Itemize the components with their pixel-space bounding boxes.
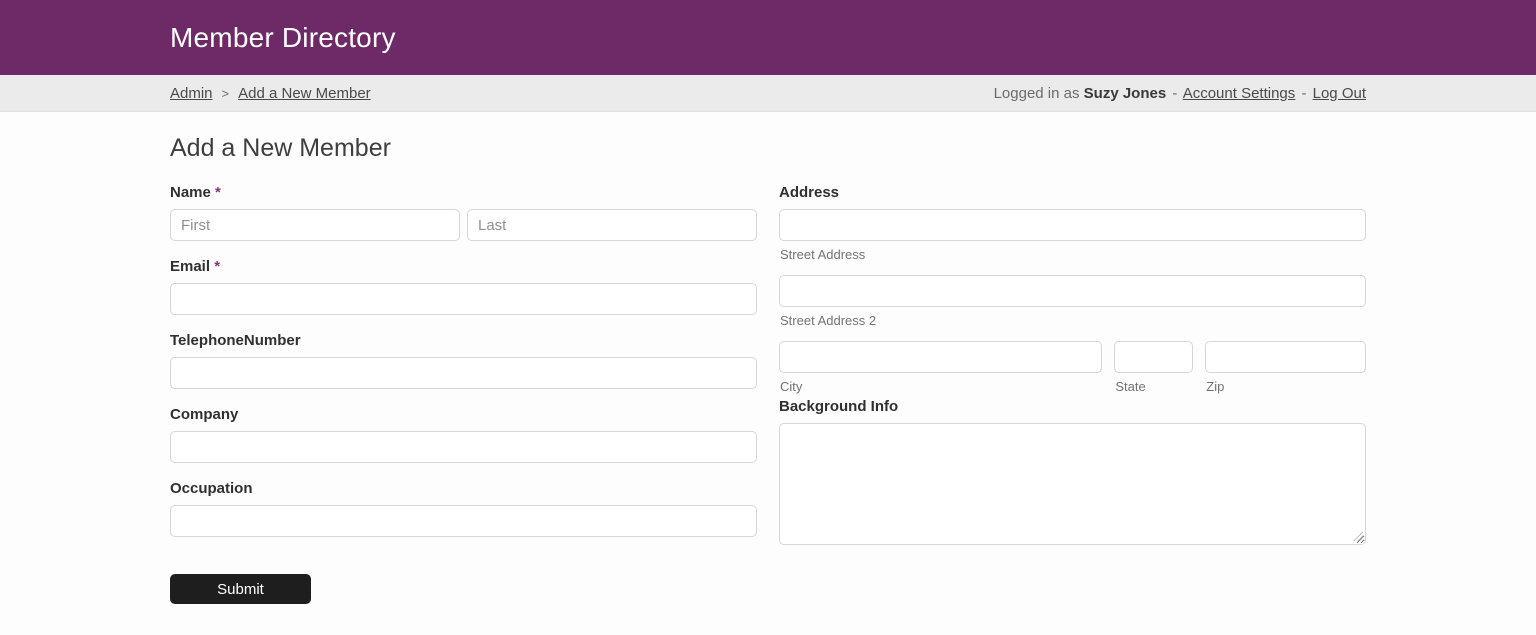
site-header: Member Directory (0, 0, 1536, 75)
breadcrumb-separator-icon: > (221, 85, 230, 101)
log-out-link[interactable]: Log Out (1313, 85, 1366, 102)
company-input[interactable] (170, 431, 757, 463)
name-label: Name * (170, 184, 757, 201)
form-left-column: Name * Email * TelephoneNumber Company (170, 184, 757, 554)
separator-dash: - (1172, 84, 1178, 102)
breadcrumb: Admin > Add a New Member (170, 85, 371, 102)
city-sublabel: City (780, 379, 803, 394)
occupation-label: Occupation (170, 480, 253, 497)
email-label: Email * (170, 258, 757, 275)
background-info-field-group: Background Info (779, 398, 1366, 545)
site-title: Member Directory (170, 21, 396, 53)
separator-dash: - (1301, 84, 1307, 102)
form-right-column: Address Street Address Street Address 2 … (779, 184, 1366, 545)
address-field-group: Address Street Address Street Address 2 … (779, 184, 1366, 394)
zip-input[interactable] (1205, 341, 1366, 373)
city-subfield: City (779, 341, 1103, 394)
breadcrumb-link-add-member[interactable]: Add a New Member (238, 85, 371, 102)
submit-button[interactable]: Submit (170, 574, 311, 604)
state-input[interactable] (1114, 341, 1194, 373)
company-field-group: Company (170, 406, 757, 463)
name-field-group: Name * (170, 184, 757, 241)
street-address2-input[interactable] (779, 275, 1366, 307)
street-address-input[interactable] (779, 209, 1366, 241)
breadcrumb-link-admin[interactable]: Admin (170, 85, 213, 102)
zip-subfield: Zip (1205, 341, 1366, 394)
state-sublabel: State (1115, 379, 1146, 394)
page-title: Add a New Member (170, 134, 391, 162)
email-input[interactable] (170, 283, 757, 315)
occupation-field-group: Occupation (170, 480, 757, 537)
street-address2-subfield: Street Address 2 (779, 275, 1366, 328)
telephone-input[interactable] (170, 357, 757, 389)
required-marker: * (215, 184, 221, 201)
required-marker: * (214, 258, 221, 275)
city-input[interactable] (779, 341, 1103, 373)
page: Member Directory Admin > Add a New Member … (0, 0, 1536, 604)
address-label: Address (779, 184, 840, 201)
background-info-label: Background Info (779, 398, 899, 415)
email-field-group: Email * (170, 258, 757, 315)
street-address2-sublabel: Street Address 2 (780, 313, 877, 328)
city-state-zip-row: City State Zip (779, 341, 1366, 394)
account-settings-link[interactable]: Account Settings (1183, 85, 1296, 102)
occupation-input[interactable] (170, 505, 757, 537)
state-subfield: State (1114, 341, 1194, 394)
telephone-label: TelephoneNumber (170, 332, 301, 349)
company-label: Company (170, 406, 239, 423)
name-label-text: Name (170, 184, 211, 201)
user-name: Suzy Jones (1083, 84, 1167, 102)
add-member-form: Name * Email * TelephoneNumber Company (170, 184, 1366, 554)
telephone-field-group: TelephoneNumber (170, 332, 757, 389)
session-info: Logged in as Suzy Jones - Account Settin… (994, 85, 1366, 102)
breadcrumb-bar: Admin > Add a New Member Logged in as Suzy… (0, 75, 1536, 112)
last-name-input[interactable] (467, 209, 757, 241)
street-address-sublabel: Street Address (780, 247, 866, 262)
zip-sublabel: Zip (1206, 379, 1225, 394)
street-address-subfield: Street Address (779, 209, 1366, 262)
email-label-text: Email (170, 258, 211, 275)
first-name-input[interactable] (170, 209, 460, 241)
logged-in-prefix: Logged in as (993, 84, 1080, 102)
main-content: Add a New Member Name * Email * Telephon… (166, 112, 1370, 604)
background-info-textarea[interactable] (779, 423, 1366, 545)
